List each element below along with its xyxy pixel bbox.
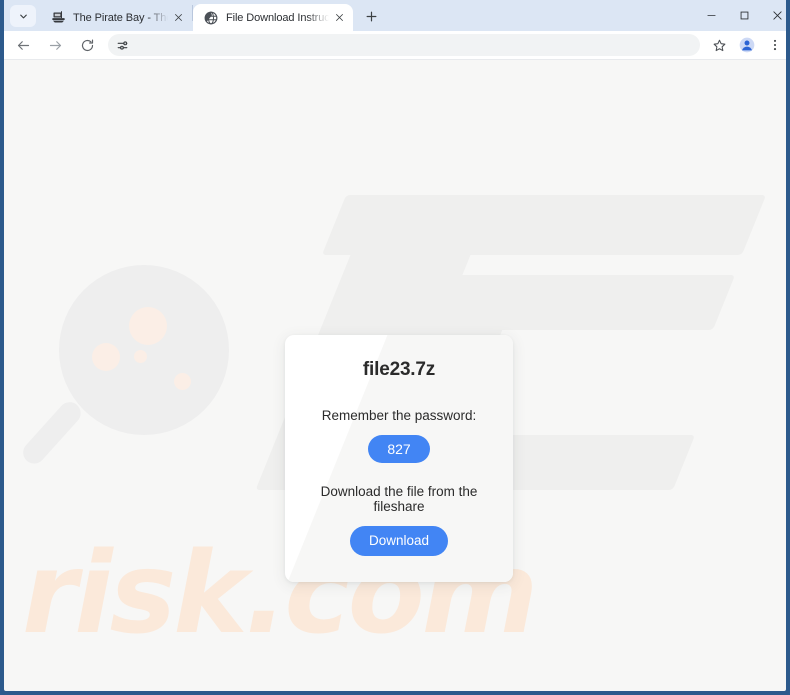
chevron-down-icon: [19, 14, 27, 18]
globe-icon: [203, 10, 219, 26]
close-icon: [773, 11, 782, 20]
arrow-right-icon: [49, 40, 61, 50]
tab-pirate-bay[interactable]: The Pirate Bay - The galaxy's m: [40, 4, 192, 31]
password-label: Remember the password:: [321, 408, 477, 423]
pirate-ship-icon: [50, 10, 66, 26]
tab-close-button[interactable]: [170, 10, 186, 26]
tab-search-button[interactable]: [10, 5, 36, 27]
browser-toolbar: [4, 31, 786, 60]
close-window-button[interactable]: [761, 0, 786, 31]
three-dots-icon: [773, 39, 777, 51]
close-icon: [174, 14, 182, 21]
forward-button[interactable]: [42, 32, 68, 58]
password-value-pill[interactable]: 827: [368, 435, 430, 463]
watermark-dot: [92, 343, 120, 371]
star-icon: [713, 39, 725, 51]
tab-close-button[interactable]: [331, 10, 347, 26]
watermark-logo-shape: [321, 195, 767, 255]
watermark-dot: [129, 307, 167, 345]
toolbar-right-actions: [704, 32, 786, 58]
maximize-button[interactable]: [728, 0, 761, 31]
watermark-logo-shape: [412, 275, 736, 330]
watermark-dot: [134, 350, 147, 363]
tune-icon: [114, 37, 130, 53]
bookmark-button[interactable]: [706, 32, 732, 58]
tab-file-download-instructions[interactable]: File Download Instructions for f: [193, 4, 353, 31]
download-instruction-label: Download the file from the fileshare: [320, 484, 478, 514]
avatar-icon: [739, 37, 755, 53]
browser-window: The Pirate Bay - The galaxy's m File Dow…: [0, 0, 790, 695]
page-viewport: risk.com file23.7z Remember the password…: [4, 60, 786, 691]
profile-avatar-button[interactable]: [734, 32, 760, 58]
magnifying-glass-icon: [59, 265, 229, 435]
magnifying-glass-handle: [18, 397, 86, 469]
window-controls: [695, 0, 786, 31]
arrow-left-icon: [17, 40, 29, 50]
watermark-dot: [174, 373, 191, 390]
maximize-icon: [740, 11, 749, 20]
back-button[interactable]: [10, 32, 36, 58]
browser-menu-button[interactable]: [762, 32, 786, 58]
tab-title: File Download Instructions for f: [226, 11, 329, 24]
plus-icon: [366, 11, 376, 21]
reload-button[interactable]: [74, 32, 100, 58]
minimize-button[interactable]: [695, 0, 728, 31]
new-tab-button[interactable]: [358, 3, 384, 29]
tab-title: The Pirate Bay - The galaxy's m: [73, 11, 168, 24]
close-icon: [335, 14, 343, 21]
download-button[interactable]: Download: [349, 526, 449, 556]
download-card: file23.7z Remember the password: 827 Dow…: [285, 335, 513, 582]
address-bar[interactable]: [108, 34, 700, 56]
reload-icon: [81, 39, 93, 51]
minimize-icon: [707, 15, 716, 16]
tab-strip: The Pirate Bay - The galaxy's m File Dow…: [4, 0, 786, 31]
page-title: file23.7z: [362, 359, 436, 380]
